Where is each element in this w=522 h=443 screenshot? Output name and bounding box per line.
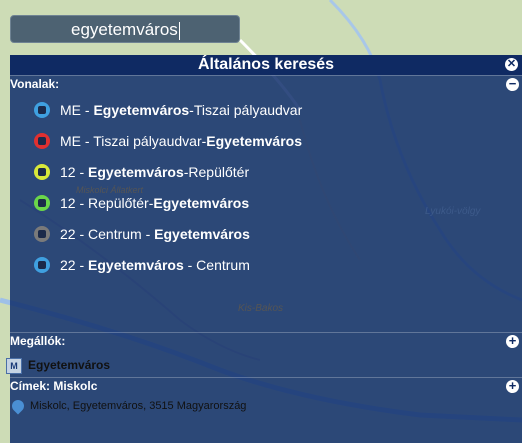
route-item-22-centrum-egyetemvaros[interactable]: 22 - Centrum - Egyetemváros	[34, 224, 250, 244]
map-label-lyukoi: Lyukói-völgy	[425, 206, 481, 217]
route-prefix: 12 - Repülőtér-	[60, 195, 154, 211]
route-highlight: Egyetemváros	[88, 257, 184, 273]
section-addresses-header[interactable]: Címek: Miskolc +	[10, 377, 522, 395]
bus-icon	[34, 195, 50, 212]
route-prefix: 22 - Centrum -	[60, 226, 155, 242]
section-stops-label: Megállók:	[10, 334, 66, 348]
expand-icon[interactable]: +	[506, 334, 519, 348]
section-lines-label: Vonalak:	[10, 77, 60, 91]
close-icon[interactable]: ✕	[505, 58, 518, 71]
stop-name: Egyetemváros	[28, 358, 111, 373]
route-suffix: -Repülőtér	[183, 164, 250, 180]
search-results-panel: Általános keresés ✕ Vonalak: − ME - Egye…	[10, 55, 522, 443]
text-caret	[178, 21, 180, 40]
bus-icon	[34, 257, 50, 274]
panel-header: Általános keresés ✕	[10, 55, 522, 75]
route-prefix: ME -	[60, 102, 94, 118]
route-item-me-egyetemvaros-tiszai[interactable]: ME - Egyetemváros-Tiszai pályaudvar	[34, 100, 302, 120]
route-highlight: Egyetemváros	[154, 226, 250, 242]
route-item-12-egyetemvaros-repuloter[interactable]: 12 - Egyetemváros-Repülőtér	[34, 162, 249, 182]
route-suffix: - Centrum	[183, 257, 250, 273]
route-prefix: 12 -	[60, 164, 89, 180]
route-highlight: Egyetemváros	[93, 102, 190, 118]
bus-icon	[34, 226, 50, 243]
panel-title: Általános keresés	[197, 56, 335, 73]
location-pin-icon	[9, 397, 27, 415]
route-highlight: Egyetemváros	[206, 133, 302, 149]
route-prefix: ME - Tiszai pályaudvar-	[60, 133, 207, 149]
search-input[interactable]: egyetemváros	[10, 15, 240, 43]
bus-icon	[34, 102, 50, 119]
route-highlight: Egyetemváros	[153, 195, 250, 211]
route-item-12-repuloter-egyetemvaros[interactable]: 12 - Repülőtér-Egyetemváros	[34, 193, 249, 213]
bus-stop-icon: M	[6, 358, 22, 374]
address-item[interactable]: Miskolc, Egyetemváros, 3515 Magyarország	[9, 397, 247, 415]
collapse-icon[interactable]: −	[506, 77, 519, 91]
map-label-kisbakos: Kis-Bakos	[238, 303, 284, 314]
stop-item-egyetemvaros[interactable]: M Egyetemváros	[6, 358, 110, 374]
route-prefix: 22 -	[60, 257, 89, 273]
route-item-me-tiszai-egyetemvaros[interactable]: ME - Tiszai pályaudvar-Egyetemváros	[34, 131, 302, 151]
route-suffix: -Tiszai pályaudvar	[189, 102, 303, 118]
address-text: Miskolc, Egyetemváros, 3515 Magyarország	[30, 400, 247, 412]
route-item-22-egyetemvaros-centrum[interactable]: 22 - Egyetemváros - Centrum	[34, 255, 250, 275]
expand-icon[interactable]: +	[506, 379, 519, 393]
section-lines-header[interactable]: Vonalak: −	[10, 75, 522, 93]
map-label-allatkert: Miskolci Állatkert	[76, 185, 144, 195]
section-stops-header[interactable]: Megállók: +	[10, 332, 522, 350]
section-addresses-label: Címek: Miskolc	[10, 379, 98, 393]
bus-icon	[34, 133, 50, 150]
bus-icon	[34, 164, 50, 181]
route-highlight: Egyetemváros	[88, 164, 184, 180]
search-input-value: egyetemváros	[71, 20, 178, 39]
